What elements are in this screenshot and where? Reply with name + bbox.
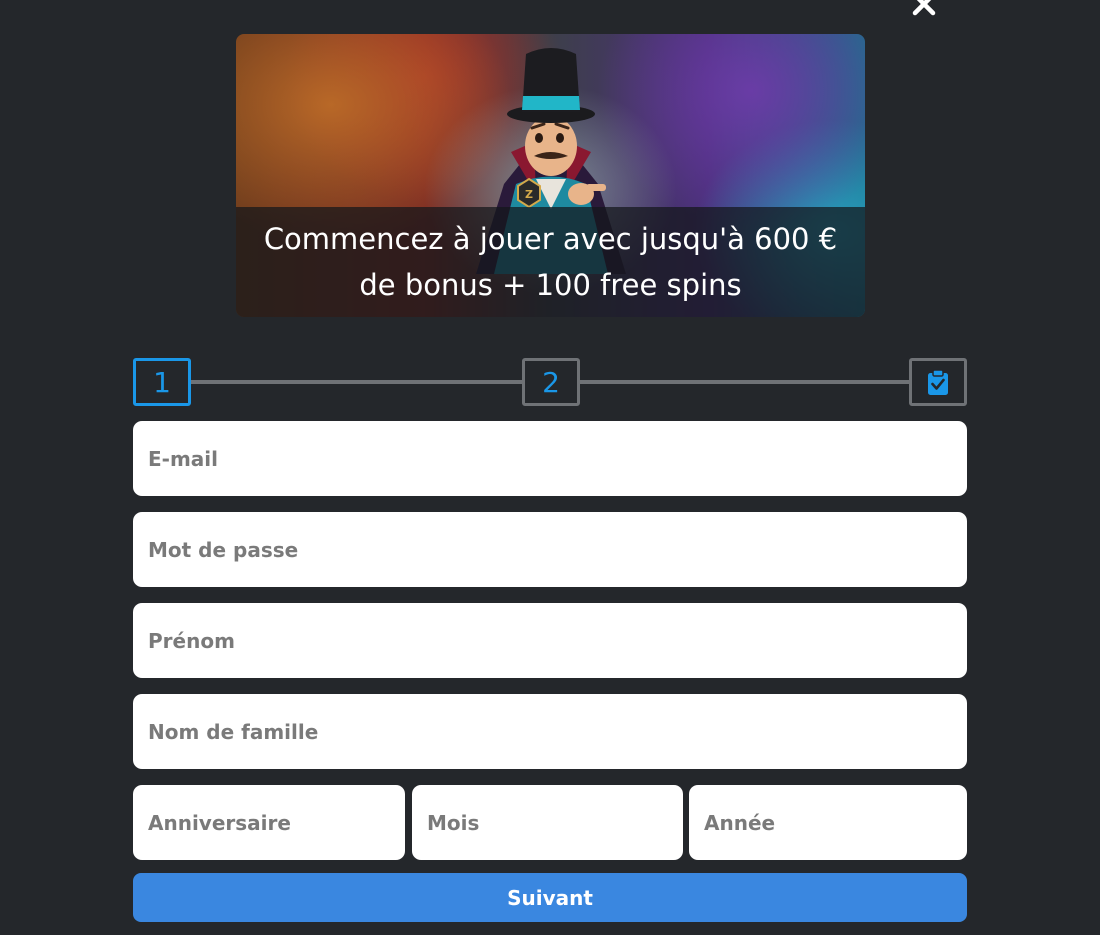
clipboard-check-icon <box>928 368 948 395</box>
lastname-field[interactable] <box>133 694 967 769</box>
close-icon <box>912 0 936 16</box>
next-button[interactable]: Suivant <box>133 873 967 922</box>
birth-month-field[interactable] <box>412 785 683 860</box>
registration-stepper: 1 2 <box>133 358 967 406</box>
step-connector <box>188 380 525 384</box>
step-1[interactable]: 1 <box>133 358 191 406</box>
step-2-label: 2 <box>542 365 560 399</box>
close-button[interactable] <box>905 0 943 18</box>
promo-banner: Z Commencez à jouer avec jusqu'à 600 € d… <box>236 34 865 317</box>
password-field[interactable] <box>133 512 967 587</box>
email-field[interactable] <box>133 421 967 496</box>
step-1-label: 1 <box>153 365 171 399</box>
birth-year-field[interactable] <box>689 785 967 860</box>
svg-text:Z: Z <box>525 188 533 201</box>
birth-day-field[interactable] <box>133 785 405 860</box>
banner-caption: Commencez à jouer avec jusqu'à 600 € de … <box>236 207 865 317</box>
step-connector <box>576 380 910 384</box>
step-2[interactable]: 2 <box>522 358 580 406</box>
firstname-field[interactable] <box>133 603 967 678</box>
step-3[interactable] <box>909 358 967 406</box>
